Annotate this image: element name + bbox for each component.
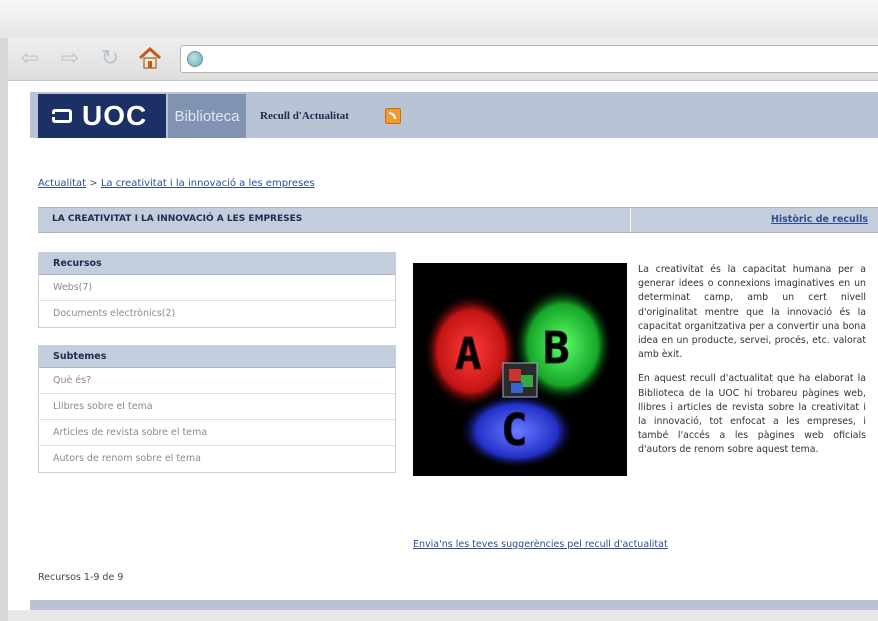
breadcrumb: Actualitat > La creativitat i la innovac… (38, 178, 315, 189)
page-title: LA CREATIVITAT I LA INNOVACIÓ A LES EMPR… (52, 214, 303, 224)
recursos-heading: Recursos (39, 253, 395, 275)
uoc-logo-text: UOC (82, 100, 148, 131)
address-bar[interactable] (180, 45, 878, 73)
description-paragraph-2: En aquest recull d'actualitat que ha ela… (638, 373, 866, 456)
svg-text:B: B (543, 323, 570, 374)
creativity-abc-image: A B C (413, 263, 627, 476)
recursos-panel: Recursos Webs(7) Documents electrònics(2… (38, 252, 396, 328)
subtemes-item-que-es[interactable]: Què és? (39, 368, 395, 394)
historic-reculls-link[interactable]: Històric de reculls (771, 214, 868, 225)
results-count: Recursos 1-9 de 9 (38, 572, 124, 583)
status-bar (8, 610, 878, 621)
svg-text:A: A (455, 329, 482, 380)
home-icon[interactable] (136, 44, 164, 72)
suggestions-link[interactable]: Envia'ns les teves suggerències pel recu… (413, 539, 668, 550)
window-titlebar (0, 0, 878, 39)
subtemes-panel: Subtemes Què és? Llibres sobre el tema A… (38, 345, 396, 473)
back-arrow-icon[interactable]: ⇦ (16, 44, 44, 72)
topic-description: La creativitat és la capacitat humana pe… (638, 263, 866, 468)
uoc-logo-mark (49, 109, 72, 123)
recull-title: Recull d'Actualitat (260, 110, 349, 122)
footer-band (30, 600, 878, 610)
window-frame (0, 38, 8, 621)
subtemes-heading: Subtemes (39, 346, 395, 368)
recursos-item-webs[interactable]: Webs(7) (39, 275, 395, 301)
forward-arrow-icon[interactable]: ⇨ (56, 44, 84, 72)
reload-icon[interactable]: ↻ (96, 44, 124, 72)
subtemes-item-llibres[interactable]: Llibres sobre el tema (39, 394, 395, 420)
breadcrumb-actualitat-link[interactable]: Actualitat (38, 178, 86, 189)
subtemes-item-articles[interactable]: Articles de revista sobre el tema (39, 420, 395, 446)
title-divider (630, 208, 631, 232)
svg-text:C: C (501, 405, 528, 456)
breadcrumb-current-link[interactable]: La creativitat i la innovació a les empr… (101, 178, 315, 189)
subtemes-item-autors[interactable]: Autors de renom sobre el tema (39, 446, 395, 472)
description-paragraph-1: La creativitat és la capacitat humana pe… (638, 264, 866, 361)
biblioteca-tab[interactable]: Biblioteca (168, 94, 246, 138)
recursos-item-documents[interactable]: Documents electrònics(2) (39, 301, 395, 327)
browser-toolbar: ⇦ ⇨ ↻ (8, 38, 878, 81)
rss-icon[interactable] (385, 108, 401, 124)
globe-icon (187, 51, 203, 67)
page-title-bar: LA CREATIVITAT I LA INNOVACIÓ A LES EMPR… (38, 207, 878, 233)
breadcrumb-separator: > (89, 178, 98, 189)
uoc-logo[interactable]: UOC (38, 94, 166, 138)
